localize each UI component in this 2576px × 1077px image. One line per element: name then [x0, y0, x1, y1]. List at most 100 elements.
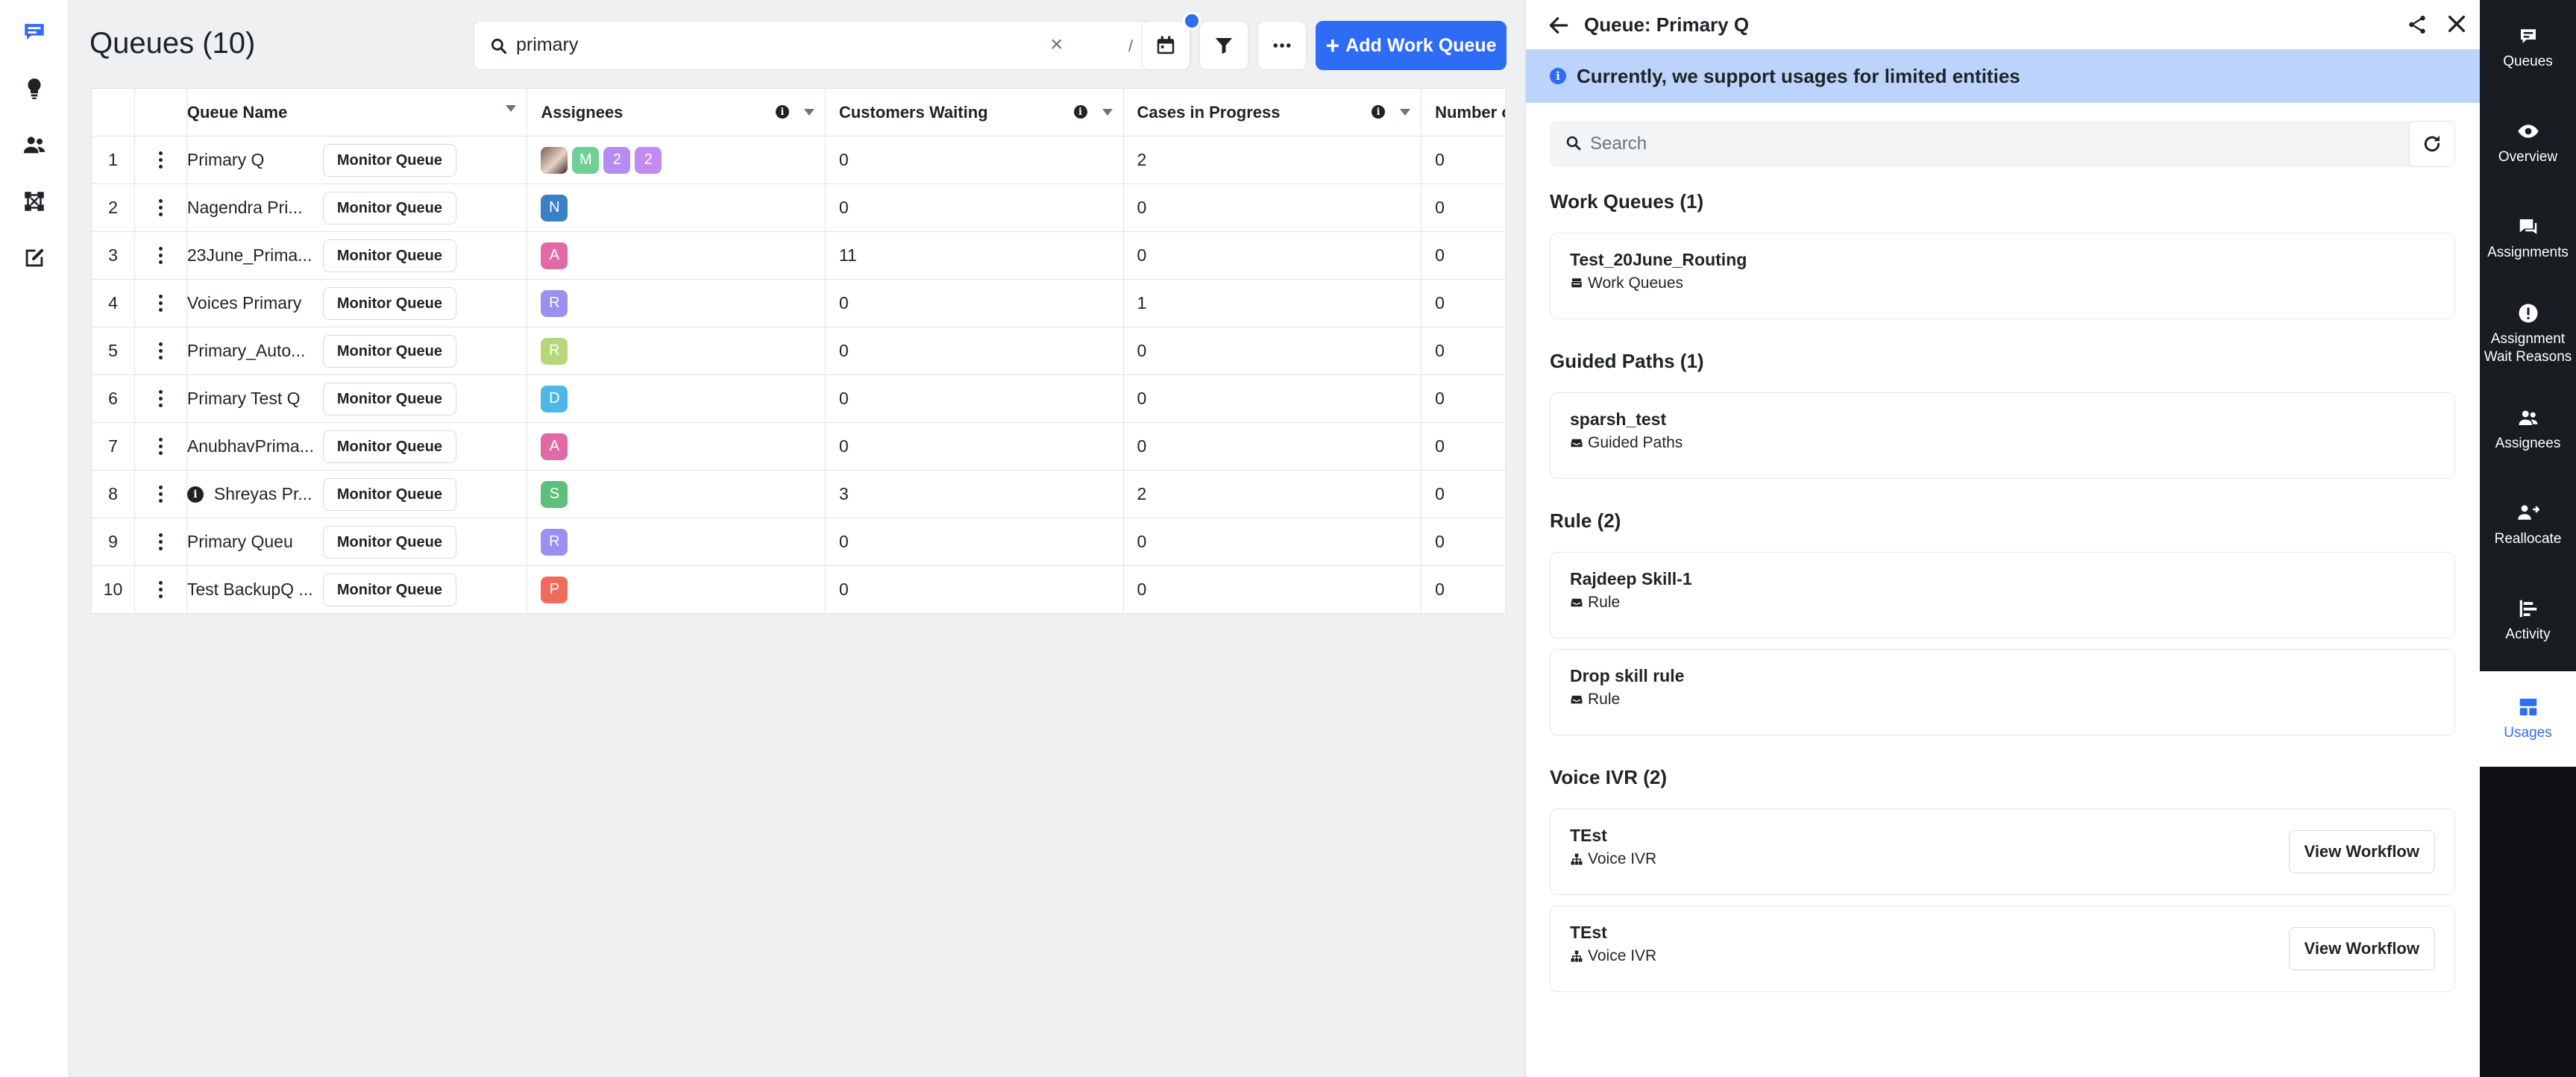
- share-icon[interactable]: [2406, 13, 2428, 36]
- monitor-queue-button[interactable]: Monitor Queue: [322, 335, 456, 368]
- monitor-queue-button[interactable]: Monitor Queue: [322, 144, 456, 177]
- row-menu[interactable]: [135, 280, 187, 327]
- sort-caret-icon[interactable]: [506, 105, 517, 112]
- row-menu[interactable]: [135, 566, 187, 613]
- header-assignees[interactable]: Assignees i: [527, 89, 826, 136]
- queue-name[interactable]: AnubhavPrima...: [187, 436, 314, 456]
- assignee-avatar[interactable]: 2: [635, 146, 662, 174]
- assignee-avatar[interactable]: D: [541, 385, 568, 412]
- sort-caret-icon[interactable]: [1400, 108, 1411, 116]
- row-menu[interactable]: [135, 184, 187, 231]
- rail-item-assignees[interactable]: Assignees: [2480, 382, 2576, 477]
- assignee-avatar[interactable]: M: [572, 146, 600, 174]
- queue-name[interactable]: Test BackupQ ...: [187, 580, 313, 600]
- monitor-queue-button[interactable]: Monitor Queue: [322, 239, 456, 272]
- queue-name[interactable]: Primary Q: [187, 150, 265, 170]
- usage-search-box[interactable]: [1550, 121, 2422, 167]
- row-menu[interactable]: [135, 375, 187, 422]
- assignee-avatar[interactable]: P: [541, 576, 568, 603]
- table-row[interactable]: 1 Primary Q Monitor Queue M 2 2 0 2 0: [92, 136, 1505, 184]
- calendar-button[interactable]: [1141, 21, 1190, 70]
- refresh-button[interactable]: [2409, 121, 2455, 167]
- edit-nav-icon[interactable]: [16, 240, 52, 276]
- usage-card[interactable]: Rajdeep Skill-1 Rule: [1550, 552, 2455, 638]
- people-nav-icon[interactable]: [16, 127, 52, 163]
- monitor-queue-button[interactable]: Monitor Queue: [322, 574, 456, 606]
- queue-search-box[interactable]: primary × /: [474, 21, 1191, 70]
- row-menu[interactable]: [135, 136, 187, 183]
- queue-name[interactable]: Primary_Auto...: [187, 341, 306, 361]
- network-nav-icon[interactable]: [16, 183, 52, 219]
- assignee-avatar[interactable]: R: [541, 528, 568, 556]
- monitor-queue-button[interactable]: Monitor Queue: [322, 478, 456, 511]
- more-vertical-icon[interactable]: [158, 533, 163, 550]
- more-vertical-icon[interactable]: [158, 151, 163, 169]
- header-customers-waiting[interactable]: Customers Waiting i: [826, 89, 1124, 136]
- row-menu[interactable]: [135, 232, 187, 279]
- assignee-avatar[interactable]: S: [541, 480, 568, 508]
- usage-card[interactable]: sparsh_test Guided Paths: [1550, 392, 2455, 479]
- queue-name[interactable]: 23June_Prima...: [187, 245, 312, 266]
- close-icon[interactable]: [2445, 12, 2469, 36]
- filter-button[interactable]: [1199, 21, 1248, 70]
- search-input[interactable]: primary: [516, 34, 578, 56]
- rail-item-usages[interactable]: Usages: [2480, 671, 2576, 767]
- rail-item-reallocate[interactable]: Reallocate: [2480, 477, 2576, 573]
- rail-item-queues[interactable]: Queues: [2480, 0, 2576, 95]
- sort-caret-icon[interactable]: [803, 108, 814, 116]
- sort-caret-icon[interactable]: [1102, 108, 1113, 116]
- assignee-avatar[interactable]: R: [541, 289, 568, 317]
- assignee-avatar[interactable]: N: [541, 194, 568, 222]
- view-workflow-button[interactable]: View Workflow: [2288, 927, 2435, 970]
- monitor-queue-button[interactable]: Monitor Queue: [322, 287, 456, 320]
- usage-card[interactable]: Drop skill rule Rule: [1550, 649, 2455, 735]
- more-vertical-icon[interactable]: [158, 342, 163, 359]
- row-menu[interactable]: [135, 423, 187, 470]
- rail-item-activity[interactable]: Activity: [2480, 573, 2576, 668]
- clear-search-icon[interactable]: ×: [1050, 34, 1064, 56]
- more-vertical-icon[interactable]: [158, 247, 163, 264]
- queue-name[interactable]: Primary Queu: [187, 532, 293, 552]
- more-vertical-icon[interactable]: [158, 438, 163, 455]
- more-vertical-icon[interactable]: [158, 581, 163, 598]
- assignee-avatar[interactable]: 2: [603, 146, 631, 174]
- info-icon[interactable]: i: [1073, 105, 1087, 119]
- more-vertical-icon[interactable]: [158, 295, 163, 312]
- assignee-avatar[interactable]: A: [541, 433, 568, 460]
- messages-nav-icon[interactable]: [16, 13, 52, 49]
- rail-item-assignment-wait-reasons[interactable]: Assignment Wait Reasons: [2480, 286, 2576, 382]
- queue-name[interactable]: Voices Primary: [187, 293, 301, 313]
- add-work-queue-button[interactable]: + Add Work Queue: [1316, 21, 1507, 70]
- assignee-avatar[interactable]: R: [541, 337, 568, 365]
- more-vertical-icon[interactable]: [158, 199, 163, 216]
- more-vertical-icon[interactable]: [158, 390, 163, 407]
- monitor-queue-button[interactable]: Monitor Queue: [322, 192, 456, 224]
- header-cases-in-progress[interactable]: Cases in Progress i: [1124, 89, 1422, 136]
- more-vertical-icon[interactable]: [158, 486, 163, 503]
- usage-card[interactable]: TEst Voice IVR View Workflow: [1550, 905, 2455, 992]
- table-row[interactable]: 10 Test BackupQ ... Monitor Queue P 0 0 0: [92, 566, 1505, 614]
- row-menu[interactable]: [135, 471, 187, 518]
- queue-name[interactable]: Shreyas Pr...: [214, 484, 312, 504]
- table-row[interactable]: 7 AnubhavPrima... Monitor Queue A 0 0 0: [92, 423, 1505, 471]
- usage-card[interactable]: Test_20June_Routing Work Queues: [1550, 233, 2455, 319]
- info-icon[interactable]: i: [186, 486, 204, 503]
- table-row[interactable]: 2 Nagendra Pri... Monitor Queue N 0 0 0: [92, 184, 1505, 232]
- table-row[interactable]: 4 Voices Primary Monitor Queue R 0 1 0: [92, 280, 1505, 327]
- table-row[interactable]: 6 Primary Test Q Monitor Queue D 0 0 0: [92, 375, 1505, 423]
- usage-card[interactable]: TEst Voice IVR View Workflow: [1550, 808, 2455, 895]
- back-arrow-icon[interactable]: [1547, 13, 1571, 37]
- lightbulb-nav-icon[interactable]: [16, 70, 52, 106]
- header-number-of-agents[interactable]: Number of Agen: [1421, 89, 1505, 136]
- info-icon[interactable]: i: [1372, 105, 1386, 119]
- usage-search-input[interactable]: [1590, 128, 2410, 160]
- rail-item-overview[interactable]: Overview: [2480, 95, 2576, 191]
- queue-name[interactable]: Nagendra Pri...: [187, 198, 303, 218]
- assignee-avatar[interactable]: A: [541, 242, 568, 269]
- monitor-queue-button[interactable]: Monitor Queue: [322, 430, 456, 463]
- table-row[interactable]: 3 23June_Prima... Monitor Queue A 11 0 0: [92, 232, 1505, 280]
- table-row[interactable]: 8 i Shreyas Pr... Monitor Queue S 3 2 0: [92, 471, 1505, 518]
- header-queue-name[interactable]: Queue Name: [187, 89, 528, 136]
- rail-item-assignments[interactable]: Assignments: [2480, 191, 2576, 286]
- queue-name[interactable]: Primary Test Q: [187, 389, 301, 409]
